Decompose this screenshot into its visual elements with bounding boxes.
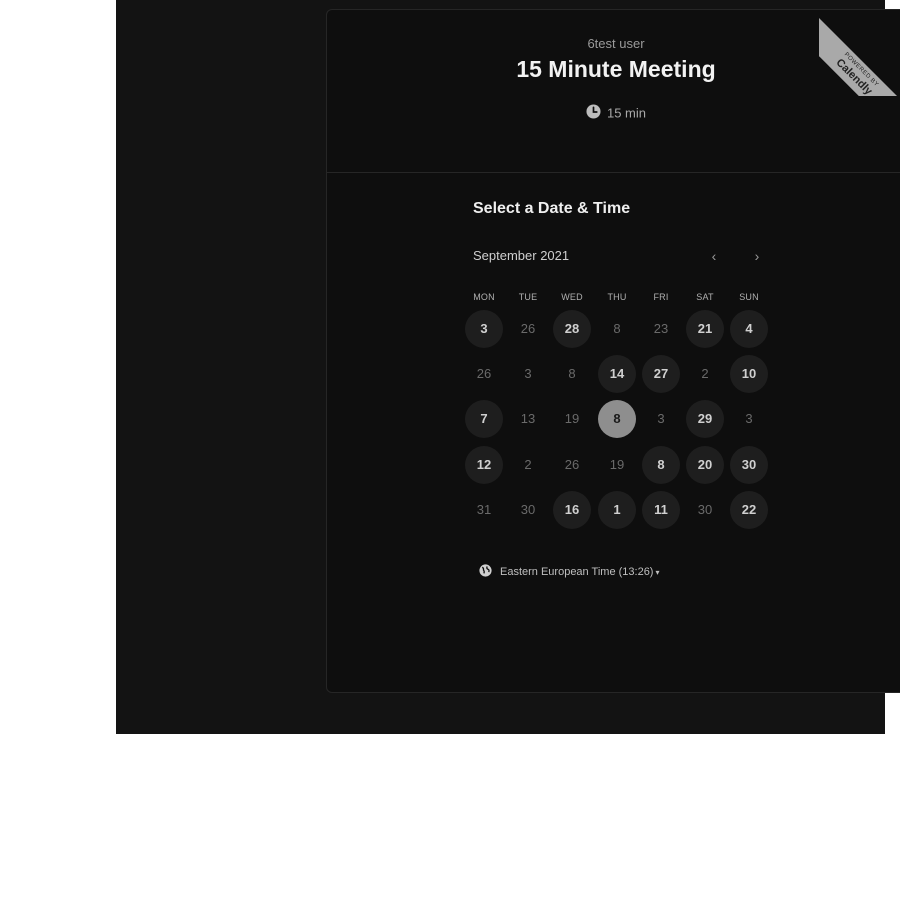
selected-day[interactable]: 8 (598, 400, 636, 438)
available-day[interactable]: 16 (553, 491, 591, 529)
timezone-selector[interactable]: Eastern European Time (13:26) ▾ (479, 564, 660, 580)
calendly-logo-text: Calendly (833, 56, 875, 96)
weekday-fri: FRI (653, 292, 669, 302)
powered-by-ribbon[interactable]: POWERED BY Calendly (819, 10, 900, 96)
next-month-button[interactable]: › (747, 246, 767, 266)
available-day[interactable]: 8 (642, 446, 680, 484)
unavailable-day: 2 (701, 366, 709, 381)
unavailable-day: 13 (520, 411, 536, 426)
available-day[interactable]: 11 (642, 491, 680, 529)
weekday-wed: WED (561, 292, 583, 302)
event-header: 6test user 15 Minute Meeting 15 min (327, 10, 900, 173)
available-day[interactable]: 7 (465, 400, 503, 438)
event-title: 15 Minute Meeting (516, 56, 716, 82)
available-day[interactable]: 22 (730, 491, 768, 529)
unavailable-day: 19 (564, 411, 580, 426)
available-day[interactable]: 29 (686, 400, 724, 438)
unavailable-day: 8 (568, 366, 576, 381)
unavailable-day: 31 (476, 502, 492, 517)
available-day[interactable]: 14 (598, 355, 636, 393)
unavailable-day: 8 (613, 321, 621, 336)
event-duration: 15 min (327, 104, 900, 122)
unavailable-day: 23 (653, 321, 669, 336)
prev-month-button[interactable]: ‹ (704, 246, 724, 266)
available-day[interactable]: 30 (730, 446, 768, 484)
weekday-thu: THU (607, 292, 627, 302)
clock-icon (586, 104, 601, 122)
chevron-right-icon: › (754, 248, 760, 264)
available-day[interactable]: 28 (553, 310, 591, 348)
weekday-mon: MON (473, 292, 495, 302)
event-owner: 6test user (587, 36, 645, 51)
weekday-sun: SUN (739, 292, 759, 302)
unavailable-day: 3 (657, 411, 665, 426)
unavailable-day: 3 (745, 411, 753, 426)
available-day[interactable]: 21 (686, 310, 724, 348)
available-day[interactable]: 1 (598, 491, 636, 529)
available-day[interactable]: 12 (465, 446, 503, 484)
weekday-sat: SAT (696, 292, 714, 302)
weekday-tue: TUE (518, 292, 538, 302)
unavailable-day: 26 (564, 457, 580, 472)
available-day[interactable]: 10 (730, 355, 768, 393)
available-day[interactable]: 20 (686, 446, 724, 484)
app-frame: 6test user 15 Minute Meeting 15 min POWE… (116, 0, 900, 734)
available-day[interactable]: 27 (642, 355, 680, 393)
unavailable-day: 30 (520, 502, 536, 517)
timezone-label: Eastern European Time (13:26) (500, 566, 654, 578)
available-day[interactable]: 4 (730, 310, 768, 348)
chevron-left-icon: ‹ (711, 248, 717, 264)
unavailable-day: 30 (697, 502, 713, 517)
section-title: Select a Date & Time (473, 200, 631, 217)
unavailable-day: 19 (609, 457, 625, 472)
unavailable-day: 3 (524, 366, 532, 381)
duration-label: 15 min (606, 105, 647, 121)
month-label: September 2021 (473, 248, 570, 263)
unavailable-day: 26 (476, 366, 492, 381)
caret-down-icon: ▾ (655, 567, 660, 577)
unavailable-day: 2 (524, 457, 532, 472)
unavailable-day: 26 (520, 321, 536, 336)
globe-icon (479, 564, 492, 580)
scheduling-card: 6test user 15 Minute Meeting 15 min POWE… (326, 9, 900, 693)
available-day[interactable]: 3 (465, 310, 503, 348)
